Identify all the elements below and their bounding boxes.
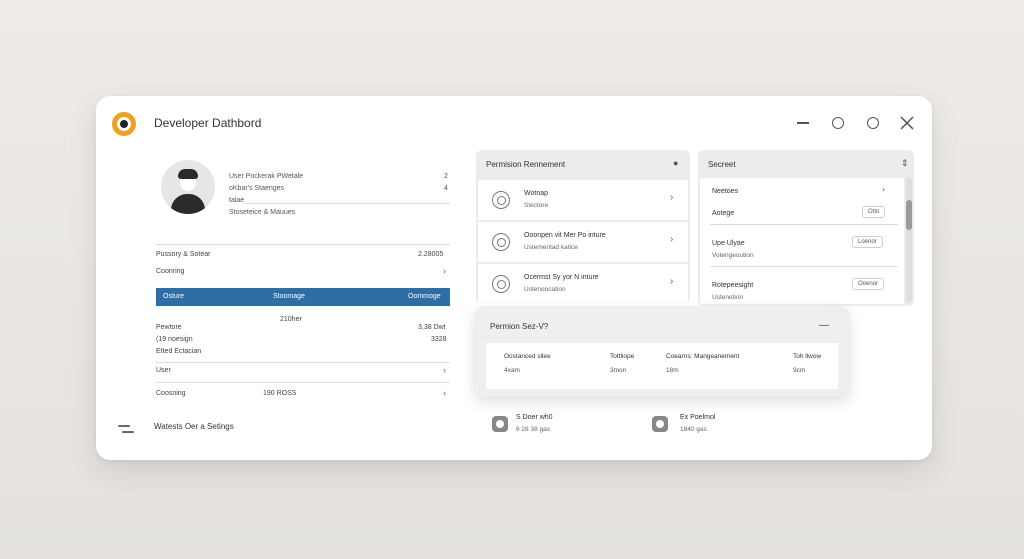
target-icon — [492, 275, 510, 293]
avatar[interactable] — [161, 160, 215, 214]
table-cell: (19 noesign — [156, 336, 193, 343]
profile-line: talae — [229, 197, 245, 204]
permission-item[interactable]: Ooonpen vit Mer Po inture Ustementad kat… — [478, 222, 688, 262]
popup-header: Coearns: Mangeanement — [666, 353, 740, 360]
permission-item-subtitle: Ustementad katice — [524, 244, 578, 251]
divider — [710, 224, 898, 225]
permission-item-title: Wotnap — [524, 190, 548, 197]
divider — [710, 266, 898, 267]
popup-value: 4xam — [504, 367, 520, 374]
stat-title: Ex Poelmol — [680, 414, 716, 421]
popup-header: Tottliope — [610, 353, 635, 360]
permission-popup: Permion Sez-V? — Oostanced sllee Tottlio… — [474, 306, 850, 396]
circle-icon — [832, 117, 844, 129]
close-icon — [900, 116, 914, 130]
table-cell: 3328 — [431, 336, 447, 343]
column-header[interactable]: Osture — [163, 293, 184, 300]
minimize-icon — [797, 122, 809, 124]
table-cell: Etted Ectacian — [156, 348, 202, 355]
target-icon — [492, 191, 510, 209]
secret-row-button[interactable]: Otto — [862, 206, 886, 218]
divider — [156, 244, 450, 245]
scrollbar-thumb[interactable] — [906, 200, 912, 230]
secret-panel: Secreet ⇕ Neetoes › Aotege Otto Upe Ulya… — [698, 150, 914, 306]
panel-title: Permision Rennement — [486, 160, 566, 169]
popup-table: Oostanced sllee Tottliope Coearns: Mange… — [486, 343, 838, 389]
title-bar: Developer Dathbord — [96, 96, 932, 152]
chevron-right-icon[interactable]: › — [882, 184, 885, 194]
permission-item-subtitle: Ustenoocation — [524, 286, 566, 293]
table-cell: 210her — [280, 316, 302, 323]
panel-title: Secreet — [708, 160, 736, 169]
user-icon[interactable]: ● — [673, 158, 678, 168]
row-label[interactable]: Coosning — [156, 390, 186, 397]
permission-item-title: Ocermst Sy yor N inture — [524, 274, 599, 281]
popup-value: 3mon — [610, 367, 627, 374]
table-header-bar: Osture Stoomage Oommoge — [156, 288, 450, 306]
divider — [156, 362, 450, 363]
stat-subtitle: 1840 gas — [680, 426, 707, 433]
secret-row-button[interactable]: Loenor — [852, 236, 883, 248]
permission-item[interactable]: Ocermst Sy yor N inture Ustenoocation › — [478, 264, 688, 304]
minimize-button[interactable] — [794, 114, 812, 132]
app-window: Developer Dathbord User Pockerak PWetale… — [96, 96, 932, 460]
permission-item-title: Ooonpen vit Mer Po inture — [524, 232, 606, 239]
secret-row-button[interactable]: Ooenor — [852, 278, 885, 290]
secret-row-subtitle: Votengeoution — [712, 252, 754, 259]
secret-row-subtitle: Ustenetion — [712, 294, 744, 301]
popup-header: Oostanced sllee — [504, 353, 551, 360]
profile-count: 2 — [444, 173, 448, 180]
secret-row-title: Aotege — [712, 210, 735, 217]
column-header[interactable]: Stoomage — [273, 293, 305, 300]
secret-row-title[interactable]: Neetoes — [712, 188, 738, 195]
profile-line: Stoseteice & Mauues — [229, 209, 296, 216]
table-cell: Pewtore — [156, 324, 182, 331]
popup-value: 9cm — [793, 367, 806, 374]
chevron-right-icon: › — [670, 192, 674, 203]
row-label[interactable]: Coonring — [156, 268, 184, 275]
secret-row-title: Rotepeesight — [712, 282, 754, 289]
row-value: 2.28005 — [418, 251, 444, 258]
app-logo-icon — [112, 112, 136, 136]
stat-title: S Doer wh0 — [516, 414, 553, 421]
chevron-right-icon[interactable]: › — [443, 388, 446, 398]
popup-header: Toh llwow — [793, 353, 822, 360]
divider — [244, 203, 450, 204]
row-label: Pussory & Sotear — [156, 251, 211, 258]
secret-row-title: Upe Ulyae — [712, 240, 745, 247]
circle-icon — [867, 117, 879, 129]
settings-sliders-icon[interactable] — [118, 423, 134, 435]
popup-value: 18m — [666, 367, 679, 374]
chevron-right-icon: › — [670, 234, 674, 245]
profile-count: 4 — [444, 185, 448, 192]
settings-link[interactable]: Watests Oer a Setings — [154, 422, 234, 431]
chevron-right-icon[interactable]: › — [443, 266, 446, 276]
scrollbar[interactable] — [906, 178, 912, 302]
column-header[interactable]: Oommoge — [408, 293, 441, 300]
target-icon — [492, 233, 510, 251]
restore-button[interactable] — [864, 114, 882, 132]
row-value: 190 ROSS — [263, 390, 297, 397]
collapse-button[interactable]: — — [819, 320, 829, 331]
maximize-button[interactable] — [829, 114, 847, 132]
profile-line: oKbar's Staenges — [229, 185, 285, 192]
permission-item[interactable]: Wotnap Stectore › — [478, 180, 688, 220]
chevron-right-icon: › — [670, 276, 674, 287]
sort-icon[interactable]: ⇕ — [901, 158, 909, 169]
row-label[interactable]: User — [156, 367, 171, 374]
chevron-right-icon[interactable]: › — [443, 365, 446, 375]
app-title: Developer Dathbord — [154, 116, 262, 130]
disk-icon — [652, 416, 668, 432]
table-cell: 3,38 Dwt — [418, 324, 446, 331]
permission-item-subtitle: Stectore — [524, 202, 549, 209]
close-button[interactable] — [898, 114, 916, 132]
permission-panel: Permision Rennement ● Wotnap Stectore › … — [476, 150, 690, 304]
stat-subtitle: 6 28 38 gas — [516, 426, 550, 433]
secret-list: Neetoes › Aotege Otto Upe Ulyae Votengeo… — [700, 178, 904, 304]
chat-icon — [492, 416, 508, 432]
profile-line: User Pockerak PWetale — [229, 173, 304, 180]
divider — [156, 382, 450, 383]
popup-title: Permion Sez-V? — [490, 322, 549, 331]
